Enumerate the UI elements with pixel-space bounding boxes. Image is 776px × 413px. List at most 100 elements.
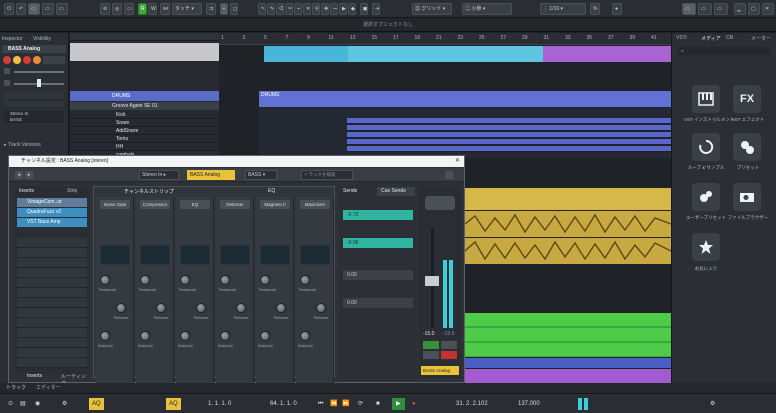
activate-project-button[interactable]: ⏻ xyxy=(4,3,14,15)
module-knob[interactable] xyxy=(140,275,150,285)
module-name[interactable]: Maximizer xyxy=(300,200,330,209)
clip-yellow-wave-2[interactable] xyxy=(464,238,671,264)
track-search-field[interactable]: トラックを検索 xyxy=(301,170,353,180)
empty-insert-slots[interactable] xyxy=(17,238,87,368)
user-presets-icon[interactable] xyxy=(692,183,720,211)
color-icon[interactable]: ● xyxy=(612,3,622,15)
tool-range[interactable]: ◻ xyxy=(230,3,238,15)
automation-mode-select[interactable]: タッチ ▾ xyxy=(172,3,202,15)
clip-purple-bottom[interactable] xyxy=(465,369,671,383)
aq-button-2[interactable]: AQ xyxy=(166,398,181,410)
auto-scroll-button[interactable]: ⇉ xyxy=(206,3,216,15)
track-row-toms[interactable]: Toms xyxy=(70,135,219,143)
module-knob[interactable] xyxy=(100,331,110,341)
performance-icon[interactable]: ▤ xyxy=(20,398,26,410)
module-knob[interactable] xyxy=(220,275,230,285)
automation-write-button[interactable]: W xyxy=(148,3,157,15)
track-row-selected[interactable] xyxy=(70,43,219,61)
solo-icon[interactable] xyxy=(13,56,21,64)
module-knob[interactable] xyxy=(180,331,190,341)
pan-handle[interactable] xyxy=(37,79,41,87)
clip-purple-top[interactable] xyxy=(543,46,671,62)
module-knob[interactable] xyxy=(100,275,110,285)
module-knob[interactable] xyxy=(180,275,190,285)
aq-button[interactable]: AQ xyxy=(89,398,104,410)
module-knob[interactable] xyxy=(260,275,270,285)
module-knob[interactable] xyxy=(316,303,326,313)
send-level[interactable]: 0.00 xyxy=(343,298,413,308)
right-zone-tab[interactable]: メディア xyxy=(701,35,721,42)
clip-green[interactable] xyxy=(465,313,671,357)
vst-effect-icon[interactable]: FX xyxy=(733,85,761,113)
tool-glue-icon[interactable]: ⌁ xyxy=(294,3,302,15)
drum-lane-clips[interactable] xyxy=(347,118,671,152)
grid-type-select[interactable]: ▤ 小節 ▾ xyxy=(462,3,512,15)
fader-handle[interactable] xyxy=(425,276,439,286)
channel-window-close-icon[interactable]: ✕ xyxy=(453,157,462,166)
channel-name-field[interactable]: BASS Analog xyxy=(187,170,235,180)
vst-instrument-icon[interactable] xyxy=(692,85,720,113)
settings-gear-icon[interactable] xyxy=(445,171,453,179)
right-zone-tab[interactable]: メーター xyxy=(751,35,771,42)
go-to-start-icon[interactable]: ⏮ xyxy=(318,398,323,410)
window-close-icon[interactable]: ✕ xyxy=(762,3,774,15)
marker-icon[interactable]: ◉ xyxy=(35,398,40,410)
tempo-display[interactable]: 137.000 xyxy=(518,398,540,410)
right-zone-tab[interactable]: VSTi xyxy=(676,35,687,41)
track-folder-drums[interactable]: DRUMS xyxy=(70,91,219,101)
module-knob[interactable] xyxy=(196,303,206,313)
output-routing-select[interactable]: BASS ▾ xyxy=(245,170,277,180)
snap-toggle[interactable]: ◼ xyxy=(360,3,368,15)
module-name[interactable]: EQ xyxy=(180,200,210,209)
inspector-track-name[interactable]: BASS Analog xyxy=(2,45,66,53)
window-maximize-icon[interactable]: ▢ xyxy=(748,3,760,15)
undo-button[interactable]: ↶ xyxy=(16,3,26,15)
snap-type-select[interactable]: ▦ グリッド ▾ xyxy=(412,3,452,15)
tool-object-selection[interactable]: ▪ xyxy=(220,3,228,15)
lower-zone-toggle[interactable]: ▭ xyxy=(42,3,54,15)
file-browser-icon[interactable] xyxy=(733,183,761,211)
presets-icon[interactable] xyxy=(733,133,761,161)
record-toggle[interactable] xyxy=(441,351,457,359)
module-knob[interactable] xyxy=(236,303,246,313)
zone-lower-toggle[interactable]: ▭ xyxy=(698,3,712,15)
tool-play-icon[interactable]: ▶ xyxy=(339,3,347,15)
tool-mute-icon[interactable]: ✕ xyxy=(303,3,311,15)
cycle-icon[interactable]: ⟳ xyxy=(358,398,363,410)
module-knob[interactable] xyxy=(260,331,270,341)
sends-tab[interactable]: Sends xyxy=(343,188,357,194)
zone-left-toggle[interactable]: ▭ xyxy=(682,3,696,15)
zone-right-toggle[interactable]: ▭ xyxy=(714,3,728,15)
tool-comp-icon[interactable]: ✥ xyxy=(321,3,329,15)
tool-draw-icon[interactable]: ✎ xyxy=(267,3,275,15)
clip-yellow-wave-1[interactable] xyxy=(464,211,671,237)
tool-eraser-icon[interactable]: ⌫ xyxy=(276,3,284,15)
volume-slider[interactable] xyxy=(14,71,64,73)
rewind-icon[interactable]: ⏪ xyxy=(330,398,337,410)
strip-header[interactable]: Strip xyxy=(67,188,77,194)
clip-blue-bottom[interactable] xyxy=(465,358,671,368)
track-row-hh[interactable]: HH xyxy=(70,143,219,151)
routing-section[interactable]: Stereo In BASS xyxy=(4,111,64,123)
tab-inserts-bottom[interactable]: Inserts xyxy=(27,373,42,379)
track-row-snare[interactable]: Snare xyxy=(70,119,219,127)
record-enable-icon[interactable] xyxy=(23,56,31,64)
monitor-toggle[interactable] xyxy=(423,341,439,349)
monitor-button[interactable]: ▭ xyxy=(124,3,134,15)
cue-send-level[interactable]: -0.06 xyxy=(343,238,413,248)
clip-drums-folder[interactable]: DRUMS xyxy=(259,91,671,107)
tool-select-icon[interactable]: ↖ xyxy=(258,3,266,15)
module-name[interactable]: Noise Gate xyxy=(100,200,130,209)
tab-visibility[interactable]: Visibility xyxy=(33,35,51,43)
record-icon[interactable]: ● xyxy=(412,398,416,410)
tab-inspector[interactable]: Inspector xyxy=(2,35,23,43)
clip-cyan-2[interactable] xyxy=(348,46,543,62)
module-name[interactable]: Magneto II xyxy=(260,200,290,209)
insert-slot-3[interactable]: VST Bass Amp xyxy=(17,218,87,227)
pan-control[interactable] xyxy=(425,196,455,210)
track-versions-section[interactable]: ▸ Track Versions xyxy=(4,141,66,149)
snap-mode-icon[interactable]: ⇥ xyxy=(372,3,380,15)
favorites-icon[interactable] xyxy=(692,233,720,261)
module-name[interactable]: Compressor xyxy=(140,200,170,209)
right-zone-toggle[interactable]: ▭ xyxy=(56,3,68,15)
